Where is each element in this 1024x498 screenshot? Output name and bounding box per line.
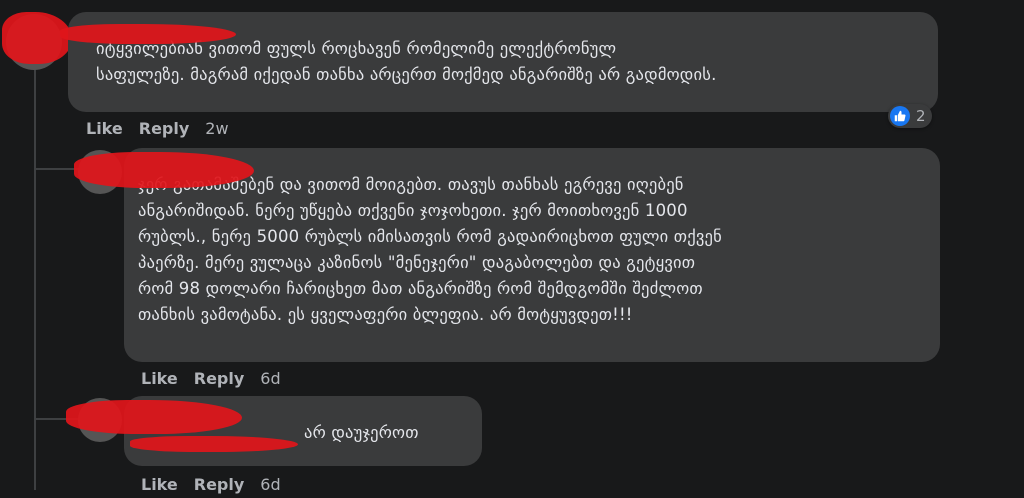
comment-actions: Like Reply 6d [141, 475, 281, 494]
comment-text: იტყვილებიან ვითომ ფულს როცხავენ რომელიმე… [96, 39, 717, 84]
thread-line [34, 40, 36, 490]
comment-actions: Like Reply 2w [86, 119, 229, 138]
reaction-count: 2 [916, 107, 926, 125]
comment-timestamp[interactable]: 2w [205, 119, 228, 138]
redaction-mark [66, 400, 242, 434]
comment-timestamp[interactable]: 6d [260, 369, 280, 388]
redaction-mark [130, 436, 298, 452]
like-button[interactable]: Like [141, 369, 178, 388]
comment-author[interactable] [138, 156, 926, 172]
reply-button[interactable]: Reply [194, 475, 245, 494]
reply-button[interactable]: Reply [194, 369, 245, 388]
redaction-mark [74, 152, 254, 188]
like-button[interactable]: Like [86, 119, 123, 138]
like-icon [890, 106, 910, 126]
reply-button[interactable]: Reply [139, 119, 190, 138]
comment-text: ჯერ გათამაშებენ და ვითომ მოიგებთ. თავუს … [138, 175, 722, 324]
comment-bubble: ჯერ გათამაშებენ და ვითომ მოიგებთ. თავუს … [124, 148, 940, 362]
reaction-summary[interactable]: 2 [888, 104, 932, 128]
redaction-mark [60, 24, 236, 44]
comment-timestamp[interactable]: 6d [260, 475, 280, 494]
comment-actions: Like Reply 6d [141, 369, 281, 388]
like-button[interactable]: Like [141, 475, 178, 494]
